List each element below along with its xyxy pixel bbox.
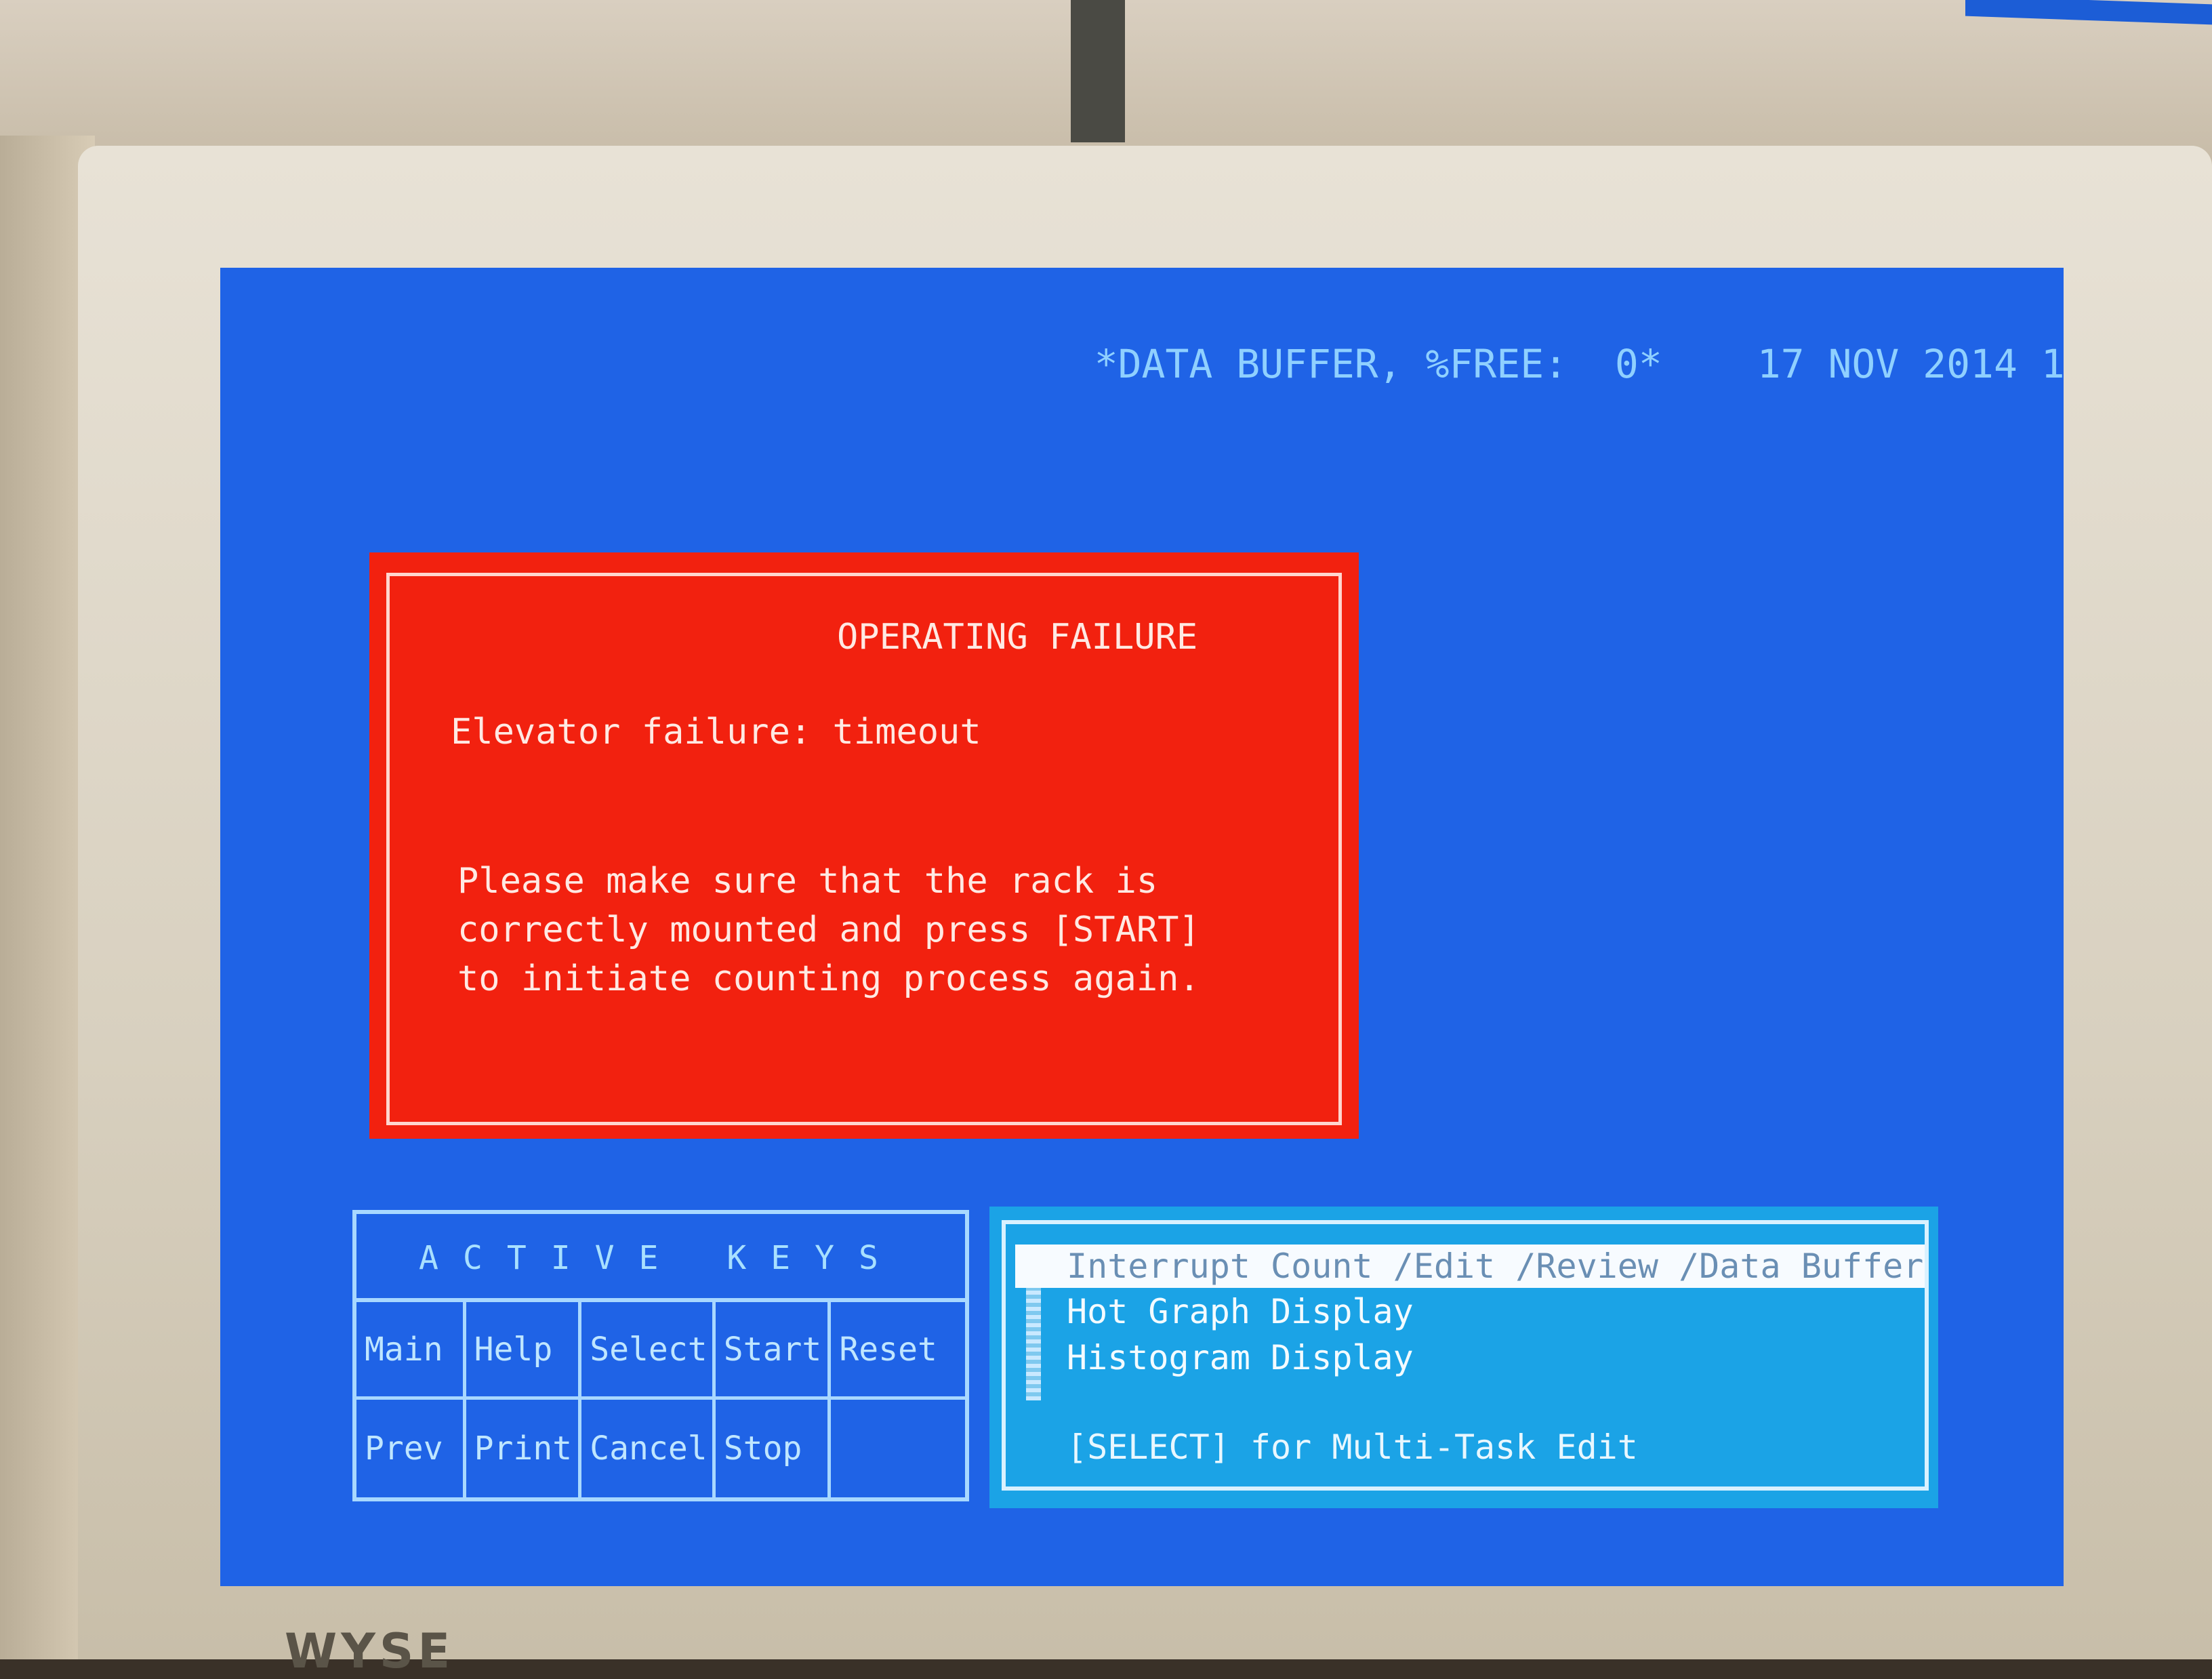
monitor-brand-logo: WYSE bbox=[285, 1623, 455, 1679]
status-header: *DATA BUFFER, %FREE: 0* 17 NOV 2014 11:15 bbox=[1000, 295, 2064, 433]
key-reset[interactable]: Reset bbox=[831, 1302, 965, 1400]
menu-item-hot-graph[interactable]: Hot Graph Display bbox=[1067, 1292, 1414, 1331]
key-stop[interactable]: Stop bbox=[716, 1400, 832, 1497]
menu-item-interrupt-count[interactable]: Interrupt Count /Edit /Review /Data Buff… bbox=[1015, 1245, 1925, 1288]
error-message: Elevator failure: timeout bbox=[451, 712, 981, 752]
dialog-border: OPERATING FAILURE Elevator failure: time… bbox=[386, 573, 1342, 1125]
key-empty bbox=[831, 1400, 965, 1497]
active-keys-grid: Main Help Select Start Reset Prev Print … bbox=[356, 1302, 965, 1497]
menu-hint: [SELECT] for Multi-Task Edit bbox=[1067, 1428, 1638, 1467]
menu-item-histogram[interactable]: Histogram Display bbox=[1067, 1338, 1414, 1377]
instruction-line: correctly mounted and press [START] bbox=[457, 910, 1200, 950]
operating-failure-dialog: OPERATING FAILURE Elevator failure: time… bbox=[369, 552, 1359, 1139]
instruction-line: Please make sure that the rack is bbox=[457, 861, 1158, 902]
key-main[interactable]: Main bbox=[356, 1302, 466, 1400]
key-cancel[interactable]: Cancel bbox=[581, 1400, 716, 1497]
active-keys-title: ACTIVE KEYS bbox=[356, 1214, 965, 1302]
data-buffer-status: *DATA BUFFER, %FREE: 0* bbox=[1094, 341, 1662, 387]
date-time: 17 NOV 2014 11:15 bbox=[1757, 341, 2064, 387]
background-post bbox=[1071, 0, 1125, 142]
key-help[interactable]: Help bbox=[466, 1302, 582, 1400]
task-menu-border: Interrupt Count /Edit /Review /Data Buff… bbox=[1002, 1220, 1929, 1491]
dialog-title: OPERATING FAILURE bbox=[837, 617, 1198, 658]
key-select[interactable]: Select bbox=[581, 1302, 716, 1400]
instruction-line: to initiate counting process again. bbox=[457, 958, 1200, 999]
active-keys-panel: ACTIVE KEYS Main Help Select Start Reset… bbox=[352, 1210, 969, 1501]
terminal-screen: *DATA BUFFER, %FREE: 0* 17 NOV 2014 11:15… bbox=[220, 268, 2064, 1586]
key-start[interactable]: Start bbox=[715, 1302, 832, 1400]
task-menu-panel: Interrupt Count /Edit /Review /Data Buff… bbox=[989, 1207, 1938, 1508]
key-print[interactable]: Print bbox=[466, 1400, 582, 1497]
key-prev[interactable]: Prev bbox=[356, 1400, 466, 1497]
